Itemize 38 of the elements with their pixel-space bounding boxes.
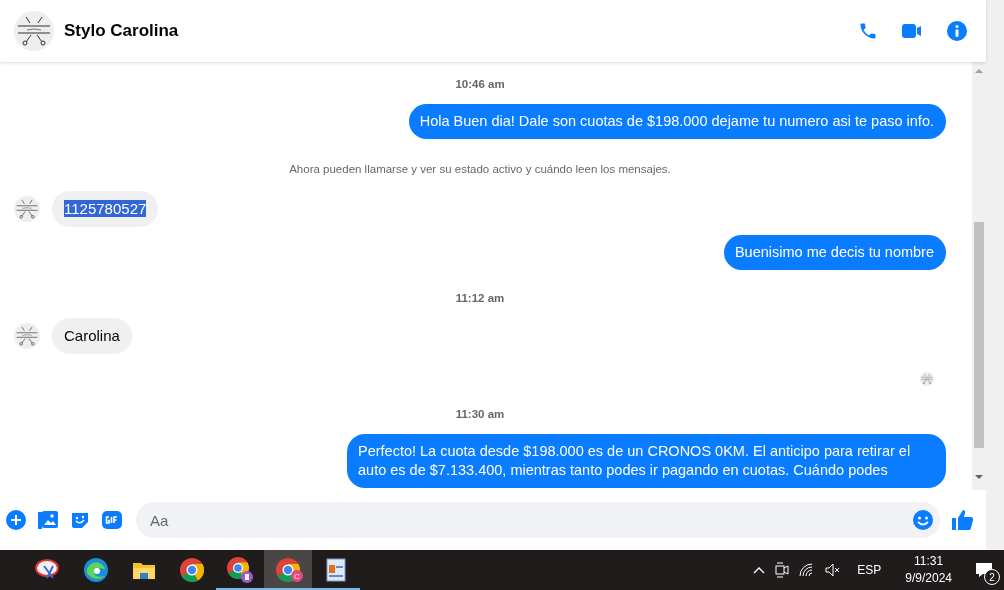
scissors-logo-icon (14, 11, 54, 51)
thumbs-up-button[interactable] (952, 509, 974, 531)
scissors-logo-icon (14, 196, 40, 222)
notifications-button[interactable]: 2 (970, 555, 998, 585)
speaker-muted-icon[interactable] (825, 563, 842, 577)
scissors-logo-icon (920, 372, 934, 386)
system-notice: Ahora pueden llamarse y ver su estado activo y cuándo leen los mensajes. (289, 163, 671, 175)
emoji-button[interactable] (912, 509, 934, 531)
message-composer-field[interactable]: Aa (136, 502, 940, 538)
timestamp: 10:46 am (455, 78, 505, 90)
timestamp: 11:12 am (455, 292, 505, 304)
sent-message: Hola Buen dia! Dale son cuotas de $198.000 dejame tu numero asi te paso info. (408, 104, 946, 139)
chevron-up-icon[interactable] (753, 566, 766, 574)
photo-button[interactable] (38, 510, 58, 530)
clock-time[interactable]: 11:31 (914, 553, 944, 570)
received-message: Carolina (52, 318, 132, 354)
taskbar-app-button[interactable]: C (264, 550, 312, 590)
video-call-button[interactable] (902, 23, 922, 39)
folder-icon (132, 560, 156, 580)
chrome-profile-icon (226, 556, 254, 584)
phone-call-button[interactable] (858, 21, 878, 41)
info-button[interactable] (946, 20, 968, 42)
clock-date[interactable]: 9/9/2024 (905, 570, 952, 587)
received-message: 1125780527 (52, 191, 159, 227)
contact-name: Stylo Carolina (64, 21, 180, 41)
chrome-icon (179, 557, 205, 583)
gif-button[interactable] (102, 510, 122, 530)
plus-button[interactable] (6, 510, 26, 530)
sent-message: Buenisimo me decis tu nombre (723, 235, 946, 270)
timestamp: 11:30 am (455, 408, 505, 420)
sent-message: Perfecto! La cuota desde $198.000 es de un CRONOS 0KM. El anticipo para retirar el auto es de $7.133.400, mientras tanto podes ir pagando en cuotas. Cuándo podes (347, 434, 946, 488)
wave-logo-icon (83, 557, 109, 583)
scissors-logo-icon (14, 323, 40, 349)
language-indicator[interactable]: ESP (857, 563, 882, 577)
sticker-button[interactable] (70, 510, 90, 530)
camera-icon[interactable] (775, 562, 790, 578)
document-icon (325, 558, 347, 582)
message-input-field[interactable]: Aa (148, 510, 912, 530)
